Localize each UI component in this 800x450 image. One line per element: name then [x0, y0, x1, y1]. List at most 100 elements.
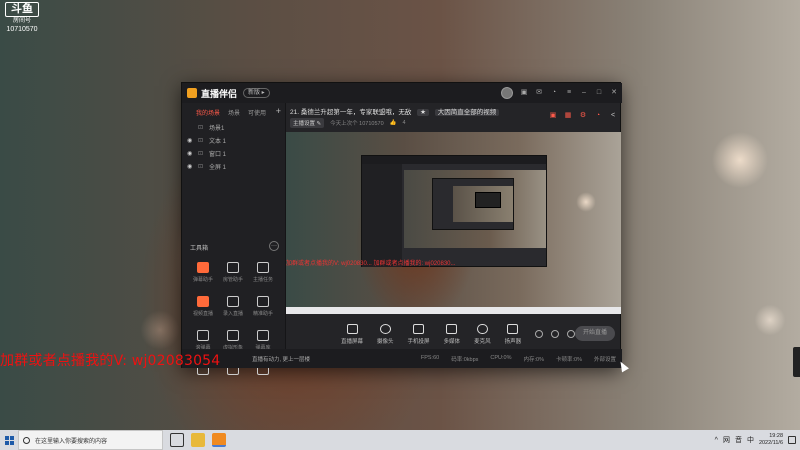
maximize-icon[interactable]: □	[595, 89, 603, 97]
clock[interactable]: 19:28 2022/11/6	[759, 433, 783, 447]
start-button[interactable]	[0, 430, 18, 450]
eye-icon[interactable]: ◉	[187, 137, 193, 144]
task-view-icon[interactable]	[170, 433, 184, 447]
ime-icon[interactable]: 中	[747, 435, 754, 445]
stream-title-button[interactable]: 大因简直全部的视频	[434, 109, 500, 116]
box-icon	[257, 330, 269, 341]
record-icon[interactable]	[535, 330, 544, 338]
watermark: 斗鱼 房间号 10710570	[2, 2, 42, 34]
nested-preview	[404, 170, 546, 248]
tab-my-scenes[interactable]: 我的场景	[196, 108, 220, 118]
tab-scenes[interactable]: 场景	[228, 108, 240, 118]
uid-text: 今天上次个 10710570	[330, 121, 384, 127]
eye-icon[interactable]	[551, 330, 560, 338]
phone-cast-button[interactable]: 手机投屏	[408, 323, 430, 345]
source-row[interactable]: ◉ ⊡ 文本 1	[182, 134, 285, 147]
speaker-button[interactable]: 扬声器	[505, 323, 521, 345]
stream-title-text: 21. 桑德兰升超第一年，专家联盟哦，无敌	[290, 109, 412, 116]
eye-icon[interactable]: ◉	[187, 150, 193, 157]
lock-icon[interactable]: ⊡	[198, 163, 204, 170]
lock-icon[interactable]: ⊡	[198, 124, 204, 131]
tab-available[interactable]: 可使用	[248, 108, 266, 118]
network-icon[interactable]: 网	[723, 435, 730, 445]
status-message: 直播有动力, 更上一层楼	[252, 356, 311, 363]
sidebar: 我的场景 场景 可使用 + ⊡ 场景1 ◉ ⊡ 文本 1 ◉ ⊡ 窗口 1 ◉	[182, 103, 286, 375]
tool-danmaku[interactable]: 弹幕助手	[188, 261, 218, 289]
tool-room-admin[interactable]: 房管助手	[218, 261, 248, 289]
source-label: 窗口 1	[209, 152, 227, 158]
chart-icon[interactable]: ▦	[564, 112, 572, 120]
status-bitrate: 码率:0kbps	[451, 356, 479, 363]
app-name: 直播伴侣	[201, 88, 238, 99]
download-icon	[227, 296, 239, 307]
play-icon	[446, 323, 458, 334]
source-label: 全屏 1	[209, 165, 227, 171]
source-row[interactable]: ◉ ⊡ 窗口 1	[182, 147, 285, 160]
meta-row: 主播设置 ✎ 今天上次个 10710570 👍 4	[290, 118, 406, 128]
add-source-button[interactable]: +	[276, 106, 281, 116]
title-controls: ▣ ✉ ◔ ≡ – □ ✕	[501, 83, 618, 103]
source-label: 场景1	[209, 126, 225, 132]
minimize-icon[interactable]: –	[580, 89, 588, 97]
share-icon[interactable]: <	[609, 112, 617, 120]
danmaku-icon	[197, 262, 209, 273]
nested-preview-window-2	[432, 178, 514, 230]
notification-icon[interactable]	[788, 436, 796, 444]
lock-icon[interactable]: ⊡	[198, 137, 204, 144]
status-lag: 卡顿率:0%	[556, 356, 582, 363]
screen-capture-button[interactable]: 直播屏幕	[341, 323, 363, 345]
status-settings[interactable]: 外部设置	[594, 355, 616, 363]
status-bar: 直播有动力, 更上一层楼 FPS:60 码率:0kbps CPU:0% 内存:0…	[182, 349, 622, 368]
download-icon	[227, 330, 239, 341]
tool-record[interactable]: 录入直播	[218, 295, 248, 323]
eye-icon[interactable]: ◉	[187, 163, 193, 170]
tool-video-live[interactable]: 视频直播	[188, 295, 218, 323]
tray-chevron-icon[interactable]: ^	[715, 437, 718, 444]
toolbox-title: 工具箱	[190, 246, 209, 252]
status-memory: 内存:0%	[523, 356, 544, 363]
nested-preview-window	[361, 155, 547, 267]
edge-handle[interactable]	[793, 347, 800, 377]
start-live-button[interactable]: 开始直播	[575, 326, 615, 341]
source-row[interactable]: ⊡ 场景1	[182, 121, 285, 134]
mail-icon[interactable]: ✉	[535, 89, 543, 97]
system-tray: ^ 网 音 中 19:28 2022/11/6	[715, 430, 796, 450]
microphone-button[interactable]: 麦克风	[474, 323, 491, 345]
task-icon	[257, 262, 269, 273]
lock-icon[interactable]: ⊡	[198, 150, 204, 157]
settings-icon[interactable]: ⚙	[579, 112, 587, 120]
title-bar[interactable]: 直播伴侣 新版 ▸ ▣ ✉ ◔ ≡ – □ ✕	[182, 83, 622, 103]
anchor-settings-chip[interactable]: 主播设置 ✎	[290, 118, 325, 128]
bell-icon[interactable]: ◔	[594, 112, 602, 120]
source-list: ⊡ 场景1 ◉ ⊡ 文本 1 ◉ ⊡ 窗口 1 ◉ ⊡ 全屏 1	[182, 121, 285, 173]
version-pill[interactable]: 新版 ▸	[243, 88, 270, 98]
bell-icon[interactable]: ◔	[550, 89, 558, 97]
source-label: 文本 1	[209, 139, 227, 145]
taskbar-search[interactable]: 在这里输入你要搜索的内容	[18, 430, 163, 450]
menu-icon[interactable]: ≡	[565, 89, 573, 97]
microphone-icon	[476, 323, 488, 334]
source-row[interactable]: ◉ ⊡ 全屏 1	[182, 160, 285, 173]
folder-icon[interactable]	[191, 433, 205, 447]
clock-time: 19:28	[769, 433, 783, 439]
close-icon[interactable]: ✕	[610, 89, 618, 97]
tool-assistant[interactable]: 精准助手	[248, 295, 278, 323]
camera-button[interactable]: 摄像头	[377, 323, 394, 345]
avatar[interactable]	[501, 87, 513, 99]
toolbox-more-button[interactable]: ···	[269, 241, 279, 251]
grid-icon	[257, 296, 269, 307]
gift-icon[interactable]: ▣	[549, 112, 557, 120]
live-preview[interactable]: 加群或者点播我的V: wj020830... 加群或者点播我的: wj02083…	[286, 132, 621, 314]
live-app-icon[interactable]	[212, 433, 226, 447]
media-button[interactable]: 多媒体	[444, 323, 460, 345]
volume-icon[interactable]: 音	[735, 435, 742, 445]
toolbox-grid: 弹幕助手 房管助手 主播任务 视频直播 录入直播 精准助手 滚弹幕 虚拟形象 弹…	[188, 261, 280, 391]
gift-icon[interactable]: ▣	[520, 89, 528, 97]
camera-icon	[379, 323, 391, 334]
chat-icon	[197, 330, 209, 341]
status-fps: FPS:60	[420, 354, 440, 361]
settings-icon[interactable]	[567, 330, 576, 338]
tool-tasks[interactable]: 主播任务	[248, 261, 278, 289]
preview-taskbar	[286, 307, 621, 314]
preview-overlay-text: 加群或者点播我的V: wj020830... 加群或者点播我的: wj02083…	[286, 261, 456, 267]
